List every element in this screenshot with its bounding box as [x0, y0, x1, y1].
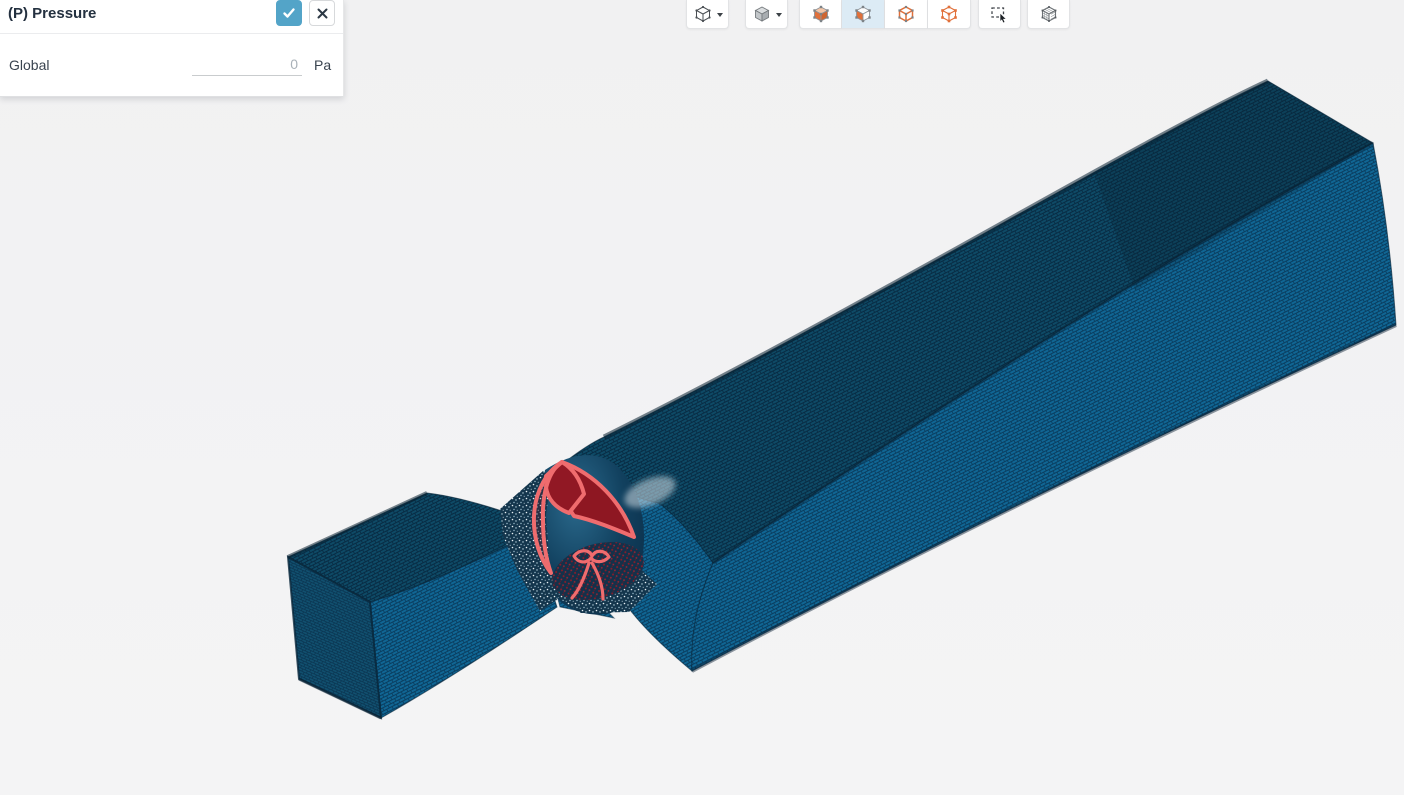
select-volumes-button[interactable]: [799, 0, 842, 29]
select-faces-button[interactable]: [842, 0, 885, 29]
cancel-button[interactable]: [309, 0, 335, 26]
pressure-settings-panel: (P) Pressure Global Pa: [0, 0, 344, 97]
box-select-button[interactable]: [978, 0, 1021, 29]
mesh-model-scene: [286, 78, 1397, 720]
pressure-value-input[interactable]: [192, 54, 302, 75]
view-cube-dropdown-button[interactable]: [686, 0, 729, 29]
face-cube-icon: [855, 5, 871, 22]
view-toolbar: [686, 0, 1070, 29]
mesh-cube-icon: [1041, 5, 1056, 22]
chevron-down-icon: [776, 13, 782, 17]
select-edges-button[interactable]: [885, 0, 928, 29]
mesh-display-button[interactable]: [1027, 0, 1070, 29]
panel-body: Global Pa: [0, 34, 343, 96]
page-title: (P) Pressure: [8, 5, 97, 22]
pressure-unit-label: Pa: [314, 57, 332, 73]
close-icon: [317, 8, 327, 18]
wireframe-cube-icon: [695, 5, 711, 22]
shaded-cube-icon: [754, 5, 770, 22]
select-nodes-button[interactable]: [928, 0, 971, 29]
chevron-down-icon: [717, 13, 723, 17]
volume-cube-icon: [812, 5, 829, 22]
panel-header: (P) Pressure: [0, 0, 343, 34]
check-icon: [283, 8, 295, 18]
apply-button[interactable]: [276, 0, 302, 26]
marquee-cursor-icon: [990, 6, 1007, 23]
viewport-3d[interactable]: [0, 0, 1404, 795]
edge-cube-icon: [898, 5, 914, 22]
pressure-input-wrap: [192, 54, 302, 76]
selection-filter-group: [799, 0, 971, 29]
render-mode-dropdown-button[interactable]: [745, 0, 788, 29]
node-cube-icon: [941, 5, 957, 22]
global-field-label: Global: [9, 57, 50, 73]
